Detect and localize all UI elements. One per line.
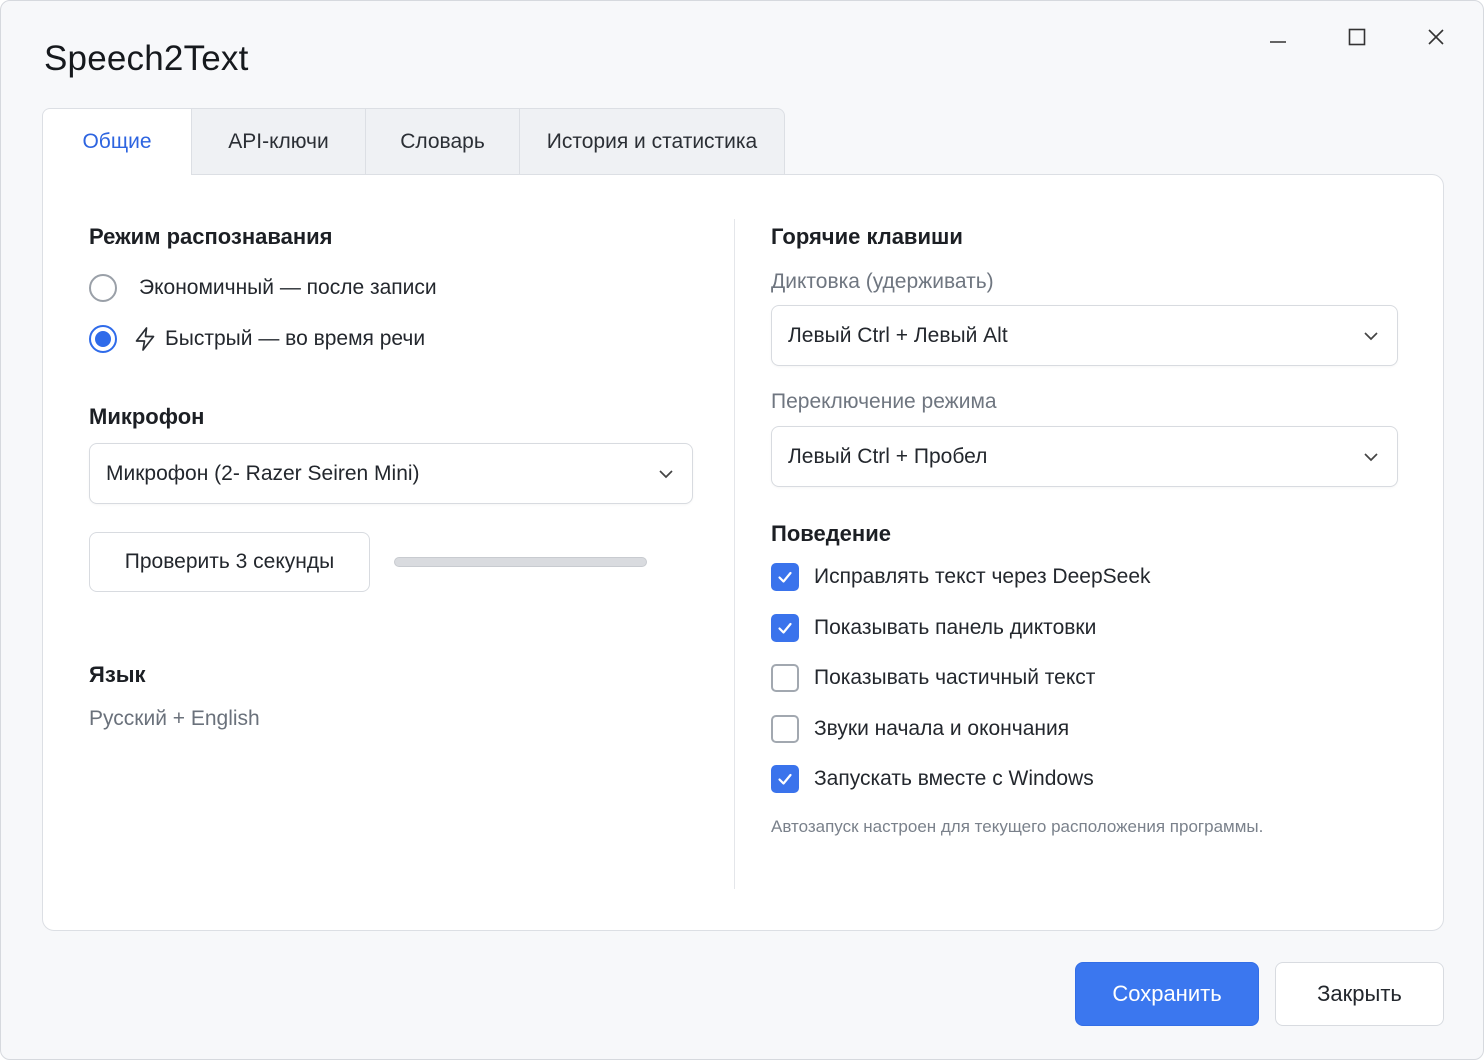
- microphone-select-value: Микрофон (2- Razer Seiren Mini): [106, 461, 420, 485]
- option-partial-text[interactable]: Показывать частичный текст: [771, 664, 1095, 692]
- radio-fast[interactable]: Быстрый — во время речи: [89, 325, 425, 353]
- tab-dictionary[interactable]: Словарь: [365, 108, 520, 174]
- checkbox-dictation-panel[interactable]: [771, 614, 799, 642]
- mic-level-bar: [394, 557, 647, 567]
- checkmark-icon: [778, 773, 792, 785]
- mode-switch-hotkey-select[interactable]: Левый Ctrl + Пробел: [771, 426, 1398, 487]
- behavior-title: Поведение: [771, 521, 891, 546]
- mode-switch-hotkey-value: Левый Ctrl + Пробел: [788, 444, 988, 468]
- checkmark-icon: [778, 622, 792, 634]
- checkmark-icon: [778, 571, 792, 583]
- close-window-button[interactable]: [1414, 21, 1458, 53]
- tab-general[interactable]: Общие: [42, 108, 192, 175]
- chevron-down-icon: [1364, 452, 1378, 461]
- minimize-button[interactable]: [1256, 21, 1300, 53]
- option-deepseek[interactable]: Исправлять текст через DeepSeek: [771, 563, 1151, 591]
- autostart-note: Автозапуск настроен для текущего располо…: [771, 817, 1264, 836]
- chevron-down-icon: [659, 469, 673, 478]
- dictation-label: Диктовка (удерживать): [771, 270, 994, 293]
- test-mic-button[interactable]: Проверить 3 секунды: [89, 532, 370, 592]
- chevron-down-icon: [1364, 331, 1378, 340]
- language-value: Русский + English: [89, 707, 260, 730]
- checkbox-deepseek[interactable]: [771, 563, 799, 591]
- tab-api-keys[interactable]: API-ключи: [191, 108, 366, 174]
- dictation-hotkey-value: Левый Ctrl + Левый Alt: [788, 323, 1008, 347]
- radio-economy-circle[interactable]: [89, 274, 117, 302]
- close-icon: [1428, 29, 1444, 45]
- window-title: Speech2Text: [44, 39, 249, 78]
- radio-fast-label: Быстрый — во время речи: [165, 327, 426, 350]
- option-partial-text-label: Показывать частичный текст: [814, 666, 1096, 689]
- radio-economy[interactable]: Экономичный — после записи: [89, 274, 437, 302]
- tab-history-stats[interactable]: История и статистика: [519, 108, 785, 174]
- radio-economy-label: Экономичный — после записи: [139, 276, 437, 299]
- checkbox-sounds[interactable]: [771, 715, 799, 743]
- language-title: Язык: [89, 662, 146, 687]
- option-dictation-panel[interactable]: Показывать панель диктовки: [771, 614, 1096, 642]
- dictation-hotkey-select[interactable]: Левый Ctrl + Левый Alt: [771, 305, 1398, 366]
- option-autostart[interactable]: Запускать вместе с Windows: [771, 765, 1094, 793]
- hotkeys-title: Горячие клавиши: [771, 224, 963, 249]
- option-sounds-label: Звуки начала и окончания: [814, 717, 1070, 740]
- settings-window: Speech2Text Общие API-ключи Словарь Исто…: [0, 0, 1484, 1060]
- lightning-icon: [133, 326, 157, 352]
- microphone-select[interactable]: Микрофон (2- Razer Seiren Mini): [89, 443, 693, 504]
- checkbox-partial-text[interactable]: [771, 664, 799, 692]
- save-button[interactable]: Сохранить: [1075, 962, 1259, 1026]
- microphone-title: Микрофон: [89, 404, 205, 429]
- close-button[interactable]: Закрыть: [1275, 962, 1444, 1026]
- general-panel: Режим распознавания Экономичный — после …: [42, 174, 1444, 931]
- minimize-icon: [1270, 41, 1286, 43]
- radio-fast-circle[interactable]: [89, 325, 117, 353]
- tab-bar: Общие API-ключи Словарь История и статис…: [42, 108, 785, 175]
- maximize-icon: [1348, 28, 1366, 46]
- option-autostart-label: Запускать вместе с Windows: [814, 767, 1094, 790]
- option-deepseek-label: Исправлять текст через DeepSeek: [814, 565, 1151, 588]
- option-dictation-panel-label: Показывать панель диктовки: [814, 616, 1097, 639]
- recognition-mode-title: Режим распознавания: [89, 224, 333, 249]
- column-divider: [734, 219, 735, 889]
- maximize-button[interactable]: [1335, 21, 1379, 53]
- checkbox-autostart[interactable]: [771, 765, 799, 793]
- mode-switch-label: Переключение режима: [771, 390, 997, 413]
- option-sounds[interactable]: Звуки начала и окончания: [771, 715, 1069, 743]
